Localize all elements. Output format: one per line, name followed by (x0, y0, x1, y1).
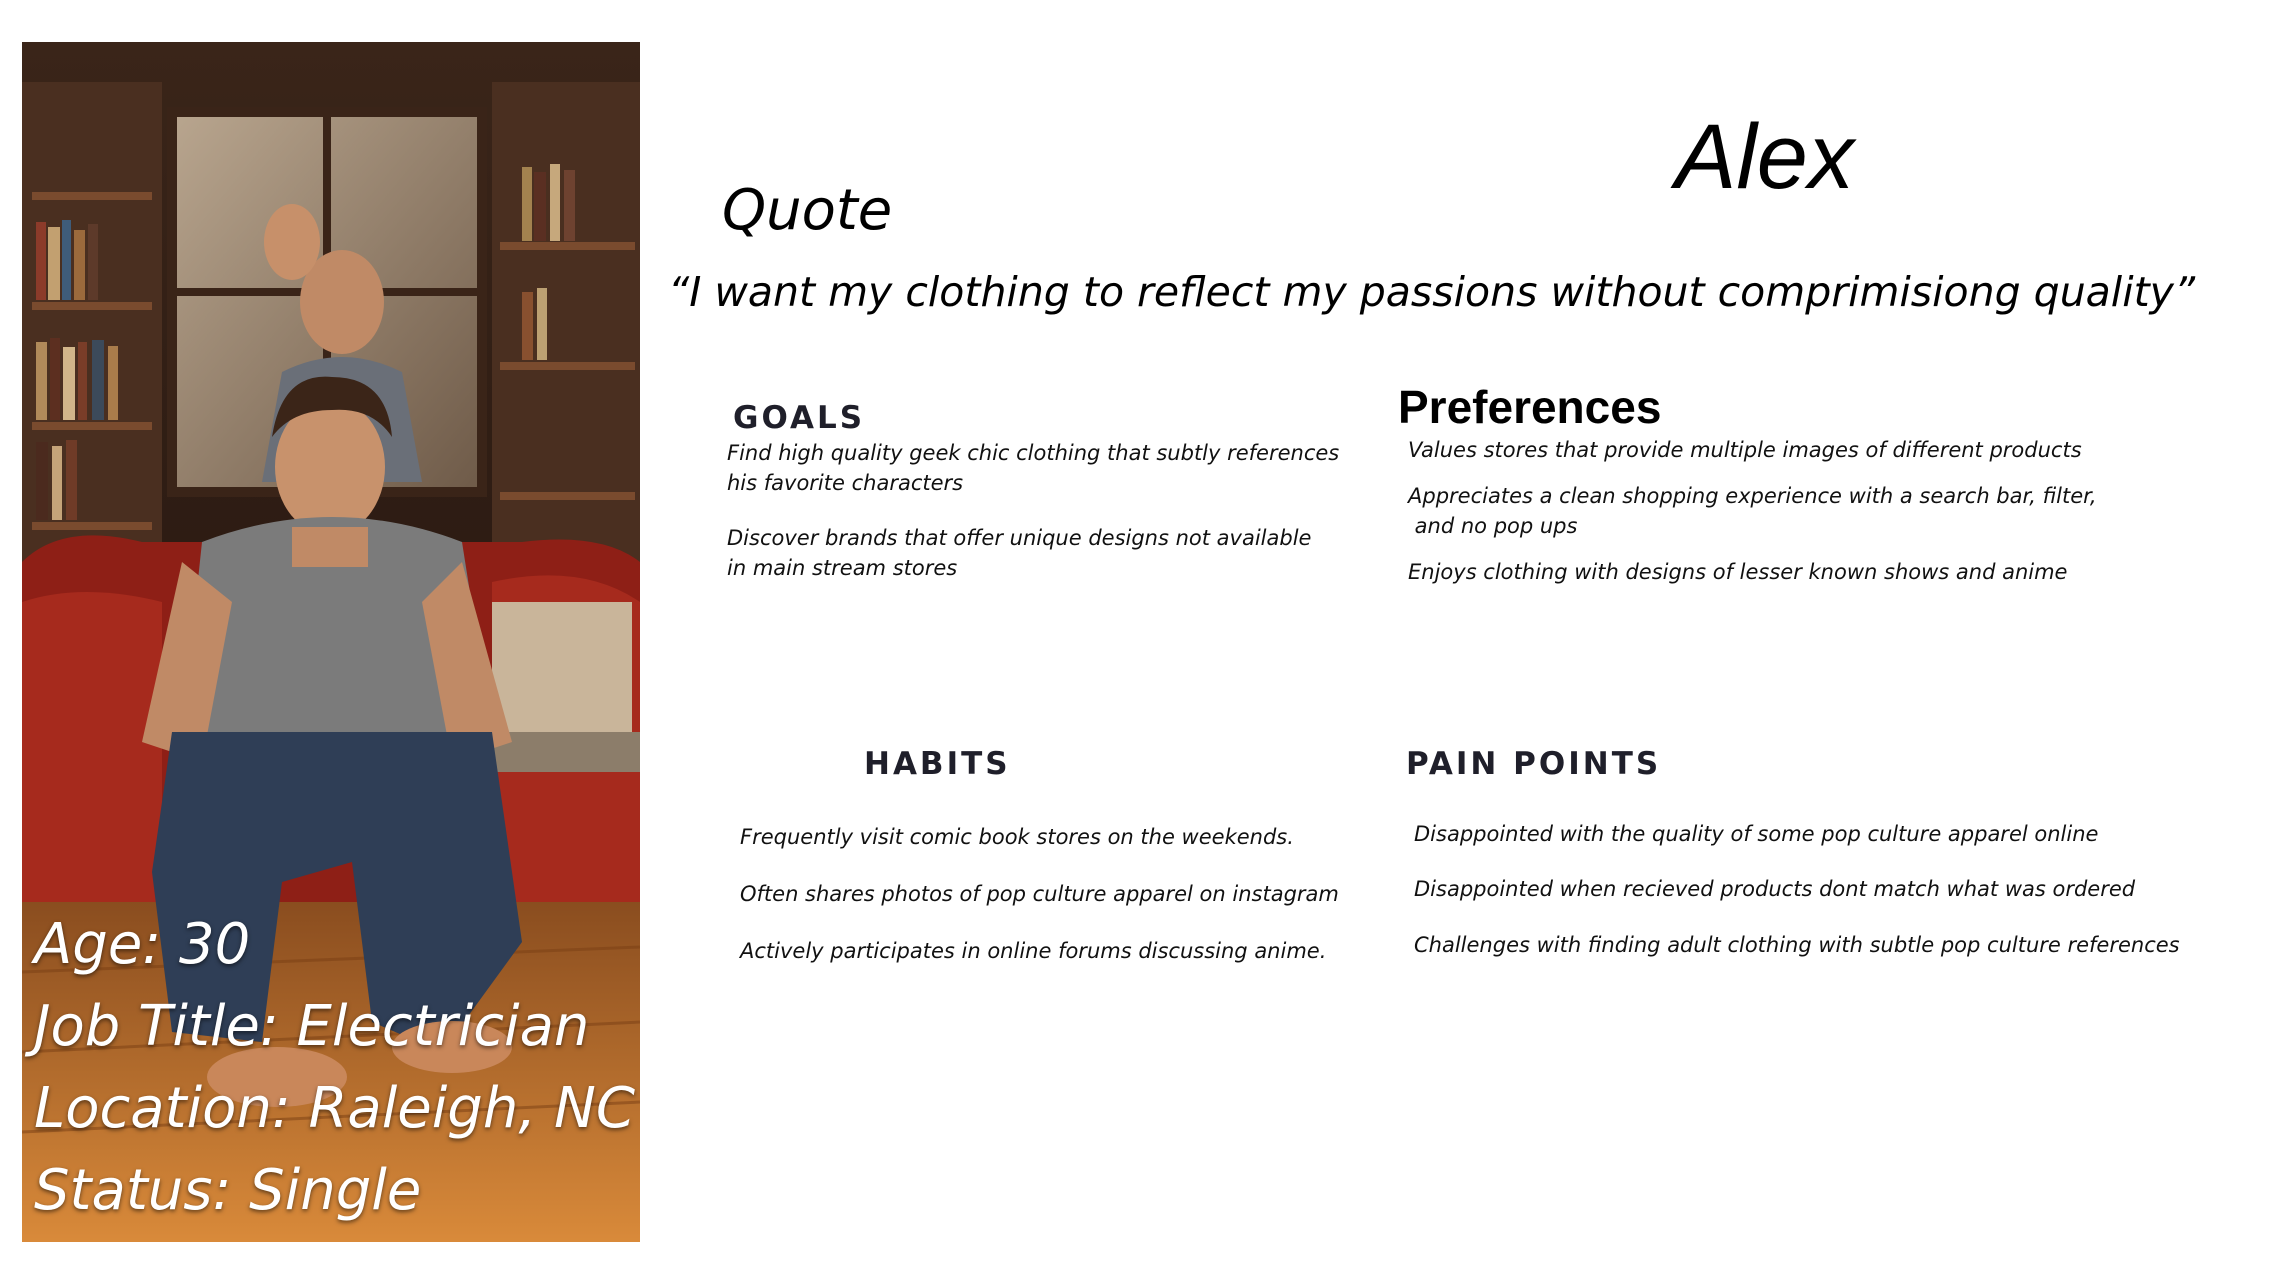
persona-photo: Age: 30 Job Title: Electrician Location:… (22, 42, 640, 1242)
goals-item: his favorite characters (727, 471, 964, 495)
persona-name: Alex (1675, 106, 1854, 208)
status-label: Status: Single (34, 1158, 422, 1223)
location-label: Location: Raleigh, NC (34, 1076, 635, 1141)
goals-item: Find high quality geek chic clothing tha… (727, 441, 1340, 465)
preferences-heading: Preferences (1398, 381, 1662, 433)
pain-points-item: Challenges with finding adult clothing w… (1414, 933, 2180, 957)
persona-demographics: Age: 30 Job Title: Electrician Location:… (34, 904, 635, 1232)
habits-item: Often shares photos of pop culture appar… (740, 882, 1339, 906)
habits-heading: HABITS (864, 746, 1011, 782)
habits-item: Actively participates in online forums d… (740, 939, 1327, 963)
preferences-item: Values stores that provide multiple imag… (1408, 438, 2082, 462)
preferences-item: Enjoys clothing with designs of lesser k… (1408, 560, 2068, 584)
pain-points-item: Disappointed with the quality of some po… (1414, 822, 2099, 846)
quote-heading: Quote (722, 178, 893, 243)
pain-points-heading: PAIN POINTS (1406, 746, 1662, 782)
age-label: Age: 30 (34, 912, 251, 977)
habits-item: Frequently visit comic book stores on th… (740, 825, 1294, 849)
preferences-item: and no pop ups (1408, 514, 1578, 538)
quote-text: “I want my clothing to reflect my passio… (668, 268, 2196, 316)
goals-item: in main stream stores (727, 556, 958, 580)
preferences-item: Appreciates a clean shopping experience … (1408, 484, 2097, 508)
goals-item: Discover brands that offer unique design… (727, 526, 1312, 550)
job-title-label: Job Title: Electrician (34, 994, 590, 1059)
goals-heading: GOALS (733, 400, 866, 436)
pain-points-item: Disappointed when recieved products dont… (1414, 877, 2136, 901)
